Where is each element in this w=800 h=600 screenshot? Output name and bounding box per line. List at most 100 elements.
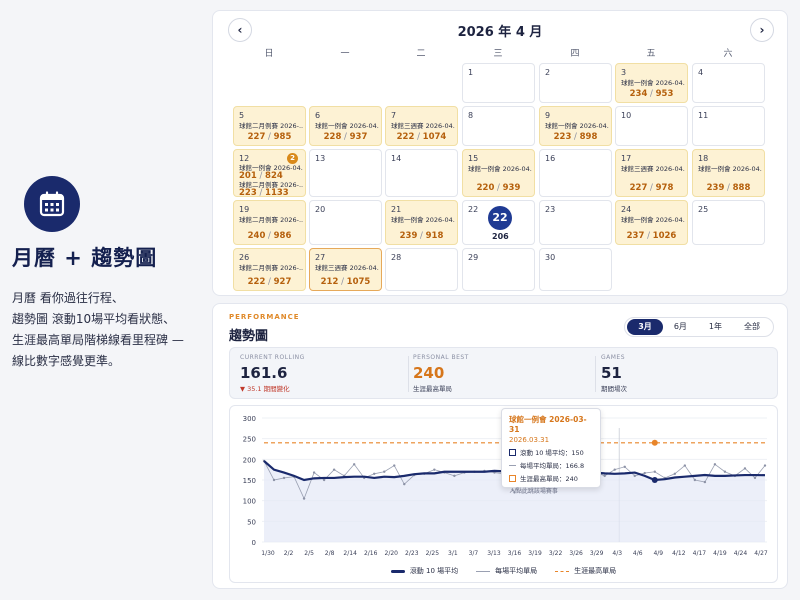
- calendar-day-13[interactable]: 13: [309, 149, 382, 197]
- tooltip-link[interactable]: ↗ 點此跳該場賽事: [509, 486, 593, 495]
- trend-card: PERFORMANCE 趨勢圖 3月 6月 1年 全部 CURRENT ROLLING…: [212, 303, 788, 589]
- hover-point-rolling: [651, 477, 658, 483]
- today-marker: 22: [488, 206, 512, 230]
- calendar-day-10[interactable]: 10: [615, 106, 688, 146]
- calendar-day-17[interactable]: 17 球館三週賽 2026-04... 227 / 978: [615, 149, 688, 197]
- event-title: 球館一例會 2026-04...: [698, 165, 762, 173]
- x-tick-label: 4/24: [734, 550, 748, 557]
- next-month-button[interactable]: ›: [750, 18, 774, 42]
- tooltip-row-text: 每場平均單局：166.8: [520, 462, 585, 470]
- calendar-day-15[interactable]: 15 球館一例會 2026-04... 220 / 939: [462, 149, 535, 197]
- stat-games: GAMES 51 期間場次: [601, 354, 781, 393]
- per-game-point: [613, 468, 616, 471]
- per-game-point: [312, 471, 316, 474]
- today-score: 206: [492, 232, 509, 241]
- calendar-day-12[interactable]: 12 2 球館一例會 2026-04... 201 / 824 球館二月例賽 2026-…: [233, 149, 306, 198]
- legend-item-best[interactable]: 生涯最高單局: [555, 566, 616, 576]
- per-game-swatch: [509, 464, 516, 466]
- series-total: 1133: [265, 188, 289, 198]
- promo-line: 月曆 看你過往行程、: [12, 291, 124, 305]
- event-title: 球館一例會 2026-04...: [468, 165, 532, 173]
- series-total: 978: [655, 183, 674, 193]
- weekday-header: 一: [340, 49, 350, 59]
- event-score: 239 / 888: [706, 183, 751, 193]
- per-game-point: [403, 482, 406, 486]
- range-option[interactable]: 6月: [663, 319, 698, 335]
- per-game-point: [683, 464, 687, 467]
- weekday-header: 二: [416, 49, 426, 59]
- calendar-day-28[interactable]: 28: [385, 248, 458, 291]
- promo-line: 生涯最高單局階梯線看里程碑 —: [12, 333, 184, 347]
- tooltip-row: 滾動 10 場平均：150: [509, 447, 593, 457]
- calendar-day-20[interactable]: 20: [309, 200, 382, 245]
- high-game: 222: [396, 132, 415, 142]
- chevron-right-icon: ›: [759, 23, 765, 37]
- calendar-day-24[interactable]: 24 球館一例會 2026-04... 237 / 1026: [615, 200, 688, 245]
- series-total: 927: [273, 277, 292, 287]
- calendar-day-5[interactable]: 5 球館二月例賽 2026-... 227 / 985: [233, 106, 306, 146]
- y-tick-label: 100: [243, 498, 256, 506]
- calendar-day-1[interactable]: 1: [462, 63, 535, 103]
- high-game: 223: [239, 188, 257, 198]
- event-title: 球館一例會 2026-04...: [621, 216, 685, 224]
- calendar-day-7[interactable]: 7 球館三週賽 2026-04... 222 / 1074: [385, 106, 458, 146]
- high-game: 228: [323, 132, 342, 142]
- x-tick-label: 4/27: [754, 550, 768, 557]
- event-score: 228 / 937: [323, 132, 368, 142]
- range-selector: 3月 6月 1年 全部: [624, 317, 774, 337]
- calendar-day-6[interactable]: 6 球館一例會 2026-04... 228 / 937: [309, 106, 382, 146]
- calendar-day-27[interactable]: 27 球館三週賽 2026-04... 212 / 1075: [309, 248, 382, 291]
- calendar-day-22[interactable]: 22 22 206: [462, 200, 535, 245]
- range-option[interactable]: 全部: [733, 319, 771, 335]
- calendar-day-16[interactable]: 16: [539, 149, 612, 197]
- calendar-day-2[interactable]: 2: [539, 63, 612, 103]
- per-game-point: [272, 478, 276, 482]
- legend-swatch: [390, 569, 405, 573]
- legend-item-per-game[interactable]: 每場平均單局: [476, 566, 537, 576]
- x-tick-label: 2/23: [405, 550, 419, 557]
- day-number: 10: [621, 111, 632, 120]
- per-game-point: [703, 480, 707, 484]
- stat-value: 51: [601, 364, 622, 382]
- event-score: 220 / 939: [476, 183, 521, 193]
- series-total: 939: [502, 183, 521, 193]
- calendar-day-18[interactable]: 18 球館一例會 2026-04... 239 / 888: [692, 149, 765, 197]
- stat-value: 161.6: [240, 364, 288, 382]
- x-tick-label: 2/2: [284, 550, 294, 557]
- x-tick-label: 3/22: [549, 550, 563, 557]
- range-option[interactable]: 3月: [627, 319, 663, 335]
- tooltip-row-text: 生涯最高單局：240: [520, 475, 578, 483]
- day-number: 4: [698, 68, 704, 77]
- calendar-day-21[interactable]: 21 球館一例會 2026-04... 239 / 918: [385, 200, 458, 245]
- event-title: 球館一例會 2026-04...: [621, 79, 685, 87]
- calendar-day-25[interactable]: 25: [692, 200, 765, 245]
- calendar-day-4[interactable]: 4: [692, 63, 765, 103]
- high-game: 234: [629, 89, 648, 99]
- stat-sub: 期間場次: [601, 385, 627, 393]
- event-score: 223 / 898: [553, 132, 598, 142]
- calendar-day-3[interactable]: 3 球館一例會 2026-04... 234 / 953: [615, 63, 688, 103]
- calendar-day-19[interactable]: 19 球館二月例賽 2026-... 240 / 986: [233, 200, 306, 245]
- calendar-day-29[interactable]: 29: [462, 248, 535, 291]
- calendar-day-11[interactable]: 11: [692, 106, 765, 146]
- event-score: 227 / 978: [629, 183, 674, 193]
- x-tick-label: 3/13: [487, 550, 501, 557]
- calendar-day-26[interactable]: 26 球館二月例賽 2026-... 222 / 927: [233, 248, 306, 291]
- event-title: 球館二月例賽 2026-...: [239, 264, 303, 272]
- chart-tooltip[interactable]: 球館一例會 2026-03-31 2026.03.31 滾動 10 場平均：15…: [501, 408, 601, 495]
- tooltip-date: 2026.03.31: [509, 436, 550, 444]
- calendar-day-9[interactable]: 9 球館一例會 2026-04... 223 / 898: [539, 106, 612, 146]
- x-tick-label: 4/17: [693, 550, 707, 557]
- calendar-day-8[interactable]: 8: [462, 106, 535, 146]
- weekday-header: 四: [570, 49, 580, 59]
- calendar-day-14[interactable]: 14: [385, 149, 458, 197]
- legend-item-rolling[interactable]: 滾動 10 場平均: [390, 566, 458, 576]
- calendar-day-30[interactable]: 30: [539, 248, 612, 291]
- high-game: 227: [629, 183, 648, 193]
- day-number: 20: [315, 205, 326, 214]
- calendar-day-23[interactable]: 23: [539, 200, 612, 245]
- per-game-point: [763, 464, 767, 467]
- high-game: 239: [399, 231, 418, 241]
- promo-title: 月曆 + 趨勢圖: [12, 246, 158, 270]
- range-option[interactable]: 1年: [698, 319, 733, 335]
